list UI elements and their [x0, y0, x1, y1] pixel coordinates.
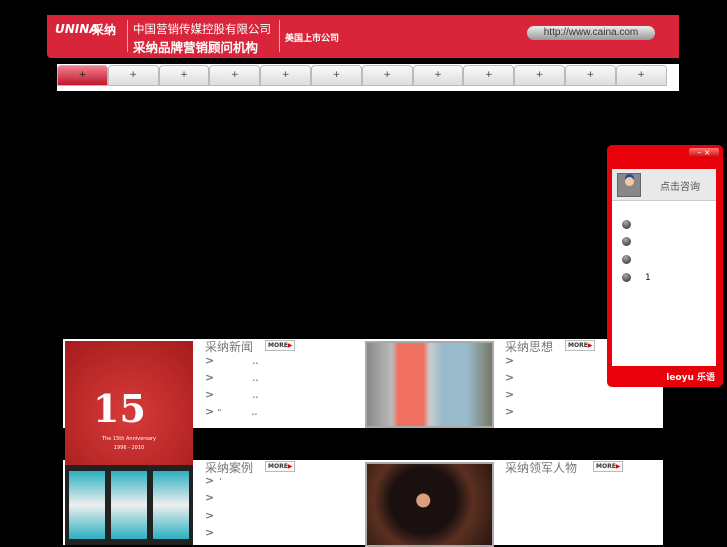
anniversary-years: 1996 - 2010: [113, 445, 145, 451]
section-title-leaders[interactable]: 采纳领军人物: [505, 459, 577, 476]
user-icon: [622, 273, 631, 282]
user-icon: [622, 220, 631, 229]
case-item[interactable]: >: [205, 526, 214, 539]
nav-tab[interactable]: +: [615, 65, 667, 86]
nav-tab[interactable]: +: [158, 65, 210, 86]
nav-tab[interactable]: +: [463, 65, 515, 86]
case-posters-image[interactable]: [65, 465, 193, 545]
section-title-thought[interactable]: 采纳思想: [505, 338, 553, 355]
nav-tab[interactable]: +: [514, 65, 565, 86]
listed-label: 美国上市公司: [285, 34, 340, 44]
nav-tab[interactable]: +: [209, 65, 261, 86]
nav-bar: + + + + + + + + + + + +: [57, 64, 679, 91]
more-button[interactable]: MORE▶: [565, 340, 596, 351]
nav-tab[interactable]: +: [57, 65, 108, 86]
nav-tab[interactable]: +: [564, 65, 616, 86]
case-item[interactable]: > ': [205, 474, 222, 487]
thought-item[interactable]: >: [505, 405, 514, 418]
nav-tab[interactable]: +: [361, 65, 413, 86]
more-button[interactable]: MORE▶: [265, 461, 296, 472]
nav-tab[interactable]: +: [107, 65, 159, 86]
news-item[interactable]: > "..: [205, 405, 257, 418]
thought-item[interactable]: >: [505, 371, 514, 384]
agent-item[interactable]: [622, 237, 645, 247]
user-icon: [622, 237, 631, 246]
thought-item[interactable]: >: [505, 388, 514, 401]
more-button[interactable]: MORE▶: [593, 461, 624, 472]
thought-photo[interactable]: [365, 341, 494, 428]
nav-tab[interactable]: +: [260, 65, 311, 86]
anniversary-banner[interactable]: 15 The 15th Anniversary 1996 - 2010: [65, 341, 193, 465]
nav-tab[interactable]: +: [412, 65, 464, 86]
anniversary-text: The 15th Anniversary: [102, 436, 156, 442]
company-subtitle: 采纳品牌营销顾问机构: [133, 40, 259, 55]
agent-item[interactable]: 1: [622, 273, 651, 283]
logo-cn: 采纳: [92, 23, 117, 37]
divider: [279, 20, 280, 52]
news-item[interactable]: >..: [205, 388, 258, 401]
company-name: 中国营销传媒控股有限公司: [133, 22, 271, 36]
case-item[interactable]: >: [205, 509, 214, 522]
thought-item[interactable]: >: [505, 354, 514, 367]
chat-widget: – × 点击咨询 1 leoyu 乐语: [607, 145, 723, 387]
leoyu-logo[interactable]: leoyu 乐语: [666, 370, 715, 383]
news-item[interactable]: >..: [205, 371, 258, 384]
user-icon: [622, 255, 631, 264]
agent-item[interactable]: [622, 220, 645, 230]
section-title-news[interactable]: 采纳新闻: [205, 338, 253, 355]
consult-button[interactable]: 点击咨询: [612, 169, 716, 201]
divider: [127, 20, 128, 52]
news-item[interactable]: >..: [205, 354, 258, 367]
anniversary-number: 15: [93, 386, 146, 431]
header-banner: UNINA 采纳 中国营销传媒控股有限公司 采纳品牌营销顾问机构 美国上市公司 …: [47, 15, 679, 58]
more-button[interactable]: MORE▶: [265, 340, 296, 351]
leader-photo[interactable]: [365, 462, 494, 547]
agent-item[interactable]: [622, 255, 645, 265]
agent-avatar-icon: [617, 173, 641, 197]
consult-label: 点击咨询: [660, 182, 700, 193]
nav-tab[interactable]: +: [310, 65, 362, 86]
minimize-close-buttons[interactable]: – ×: [689, 148, 719, 158]
site-url[interactable]: http://www.caina.com: [527, 26, 655, 40]
case-item[interactable]: >: [205, 491, 214, 504]
